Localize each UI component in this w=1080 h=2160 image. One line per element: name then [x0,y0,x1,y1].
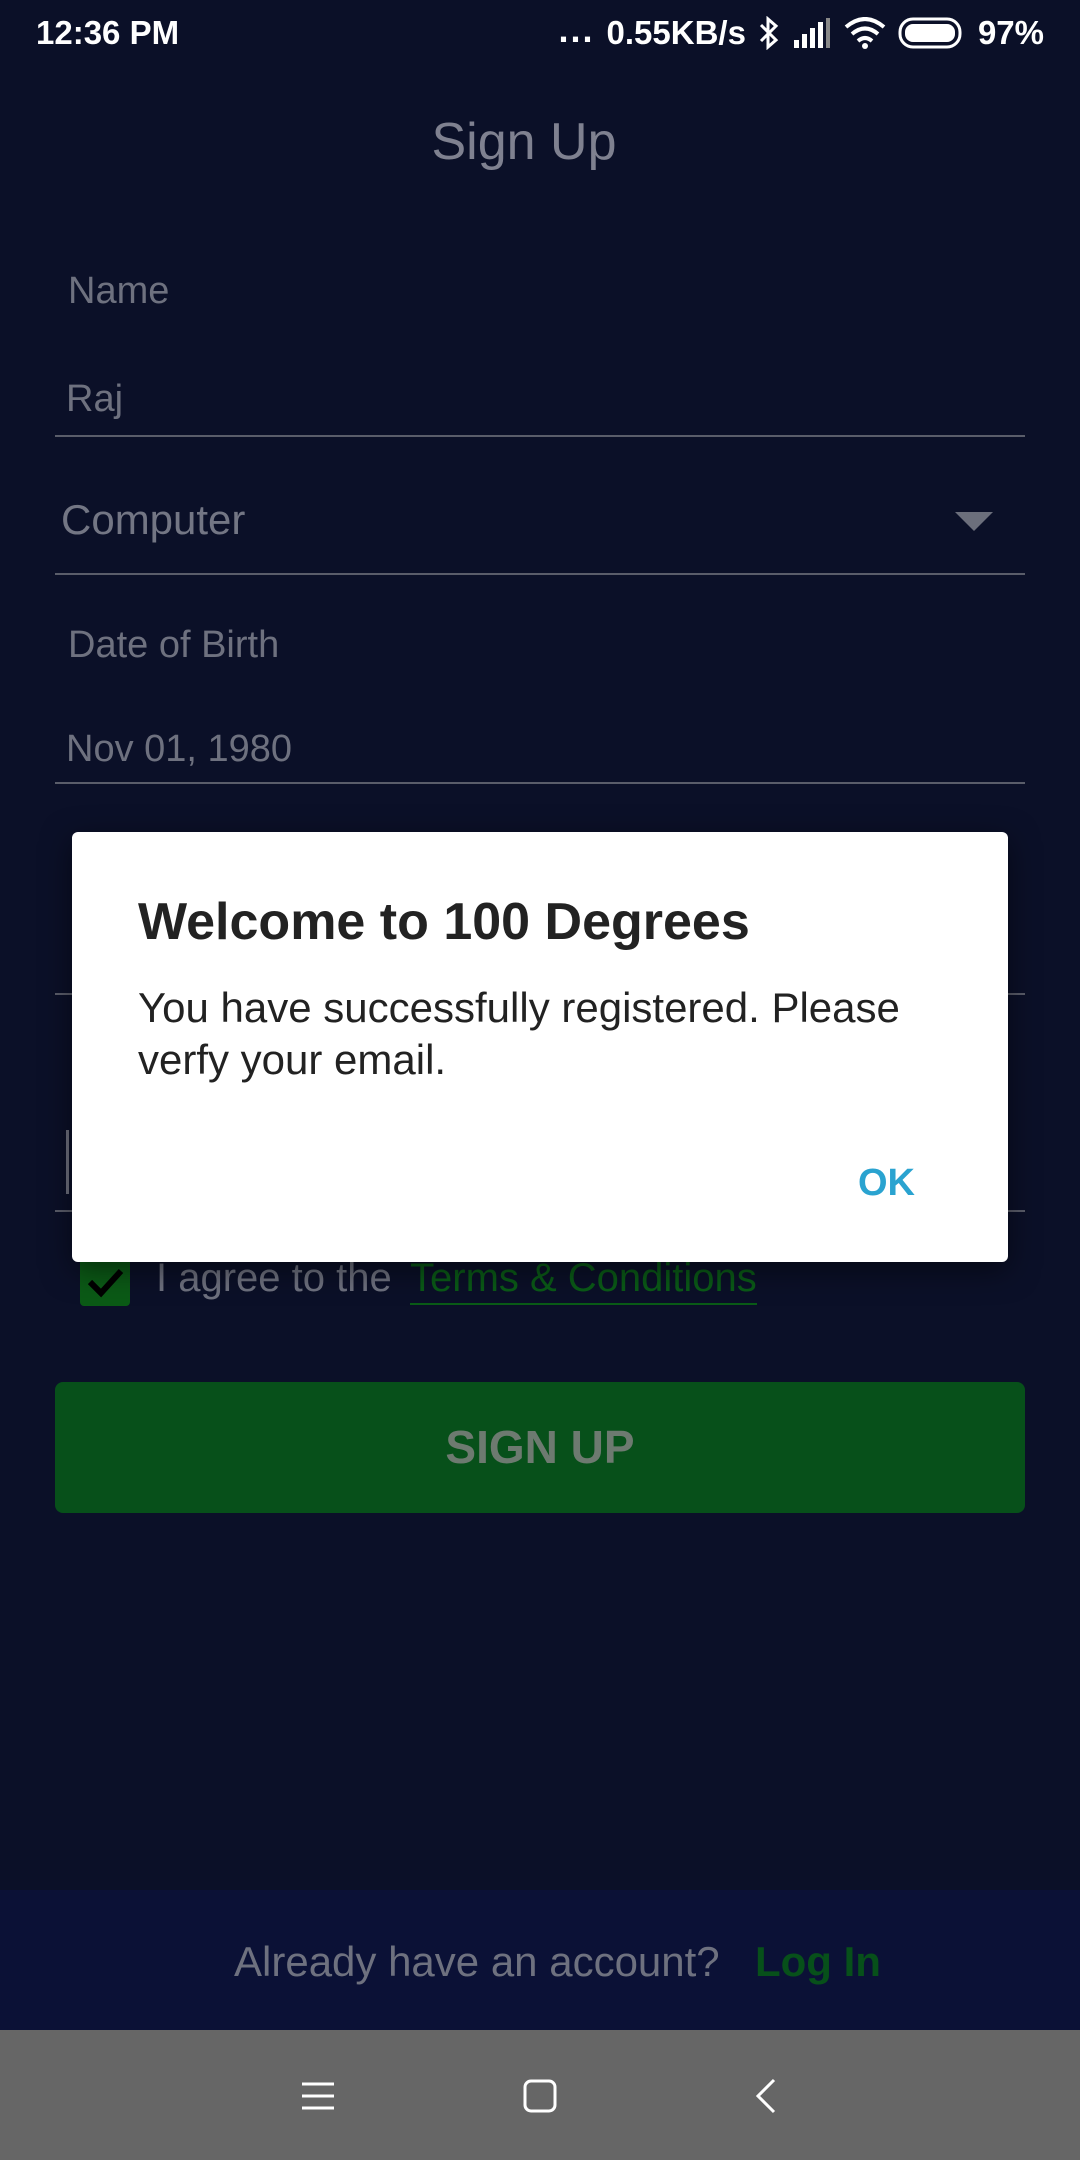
ok-button[interactable]: OK [858,1162,915,1205]
status-bar: 12:36 PM ... 0.55KB/s 97% [0,0,1080,66]
dialog-title: Welcome to 100 Degrees [138,893,750,951]
signal-icon [792,18,832,48]
status-icons: ... 0.55KB/s 97% [558,9,1045,52]
department-select[interactable]: Computer [61,496,245,544]
battery-percent: 97% [977,14,1044,51]
notification-dots-icon: ... [558,9,595,50]
department-underline [55,573,1025,575]
triangle-down-icon[interactable] [955,512,993,531]
terms-prefix: I agree to the [156,1256,392,1300]
name-field[interactable]: Raj [66,378,123,421]
dialog-message: You have successfully registered. Please… [138,984,900,1083]
footer: Already have an account? Log In [0,1890,1080,2030]
network-speed: 0.55KB/s [606,14,746,51]
nav-bar [0,2030,1080,2160]
welcome-dialog: Welcome to 100 Degrees You have successf… [72,832,1008,1262]
signup-button[interactable]: SIGN UP [55,1382,1025,1513]
battery-icon [898,17,966,49]
footer-prompt: Already have an account? [234,1938,720,1985]
home-square-icon[interactable] [516,2072,564,2120]
text-cursor [66,1130,69,1194]
wifi-icon [844,17,886,49]
name-label: Name [68,270,170,312]
dob-field[interactable]: Nov 01, 1980 [66,728,292,771]
terms-link[interactable]: Terms & Conditions [410,1256,757,1305]
name-underline [55,435,1025,437]
terms-checkbox[interactable] [80,1256,130,1306]
bluetooth-icon [758,16,780,50]
login-link[interactable]: Log In [755,1938,881,1986]
back-chevron-icon[interactable] [744,2072,792,2120]
signup-screen: 12:36 PM ... 0.55KB/s 97% Sign Up Name R… [0,0,1080,2160]
page-title: Sign Up [431,113,617,171]
checkmark-icon [87,1268,124,1298]
status-time: 12:36 PM [36,14,180,51]
dob-underline [55,782,1025,784]
dob-label: Date of Birth [68,624,280,666]
menu-icon[interactable] [294,2072,342,2120]
